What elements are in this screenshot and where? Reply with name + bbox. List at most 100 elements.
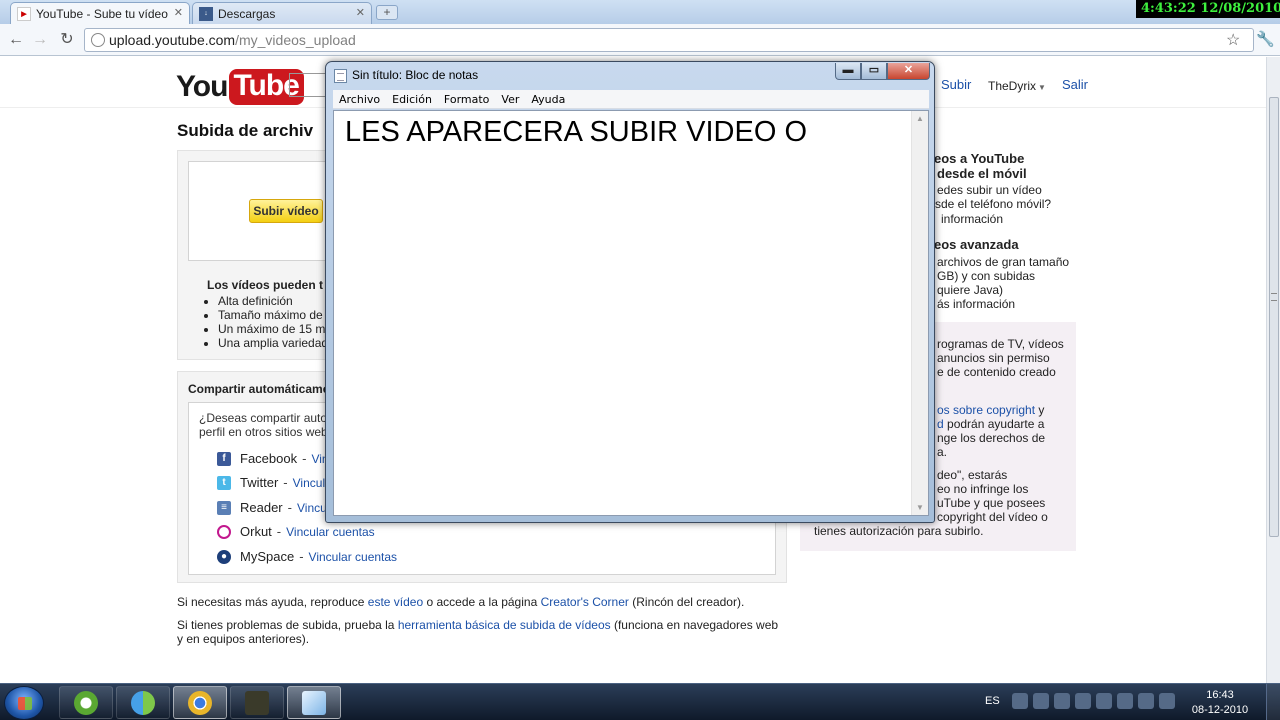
taskbar-chrome[interactable] (173, 686, 227, 719)
taskbar-clock[interactable]: 16:43 08-12-2010 (1190, 688, 1250, 718)
tray-connection-icon[interactable] (1117, 693, 1133, 709)
side-text: os sobre copyright y (937, 403, 1044, 417)
taskbar-messenger[interactable] (116, 686, 170, 719)
share-description: ¿Deseas compartir auton perfil en otros … (199, 411, 339, 439)
chevron-down-icon: ▼ (1038, 83, 1046, 92)
notepad-scrollbar[interactable]: ▲ ▼ (911, 111, 928, 515)
tray-volume-icon[interactable] (1075, 693, 1091, 709)
maximize-button[interactable]: ▭ (861, 63, 887, 80)
link-account-link[interactable]: Vincular cuentas (309, 550, 398, 564)
side-text: archivos de gran tamaño (937, 255, 1070, 269)
advanced-more-info-link[interactable]: ás información (937, 297, 1015, 311)
copyright-tips-link[interactable]: os sobre copyright (937, 403, 1035, 417)
tray-app-icon[interactable] (1159, 693, 1175, 709)
help-text-part: (Rincón del creador). (628, 595, 745, 609)
scrollbar-thumb[interactable] (1269, 97, 1279, 537)
show-desktop-button[interactable] (1266, 684, 1280, 720)
messenger-icon (131, 690, 155, 715)
upload-features-list: Alta definición Tamaño máximo de 2 Un má… (218, 294, 333, 350)
list-item: Una amplia variedad (218, 336, 333, 350)
share-title: Compartir automáticamen (188, 382, 337, 396)
advanced-upload-title: eos avanzada (934, 237, 1019, 252)
back-arrow-icon[interactable]: ← (6, 30, 26, 50)
side-text: eo no infringe los (937, 482, 1029, 496)
side-text: nge los derechos de (937, 431, 1046, 445)
side-text: anuncios sin permiso (937, 351, 1050, 365)
logout-link[interactable]: Salir (1062, 77, 1088, 92)
new-tab-button[interactable]: + (376, 5, 398, 20)
side-text: copyright del vídeo o (937, 510, 1048, 524)
content-id-link[interactable]: d (937, 417, 944, 431)
notepad-icon (334, 69, 347, 83)
tray-steam-icon[interactable] (1012, 693, 1028, 709)
tray-flag-icon[interactable] (1138, 693, 1154, 709)
scrollbar-grip-icon (1271, 293, 1277, 301)
mobile-upload-title-2: desde el móvil (937, 166, 1027, 181)
scroll-up-icon[interactable]: ▲ (916, 114, 924, 123)
tab-youtube[interactable]: ▶ YouTube - Sube tu vídeo ✕ (10, 2, 190, 24)
close-button[interactable]: ✕ (887, 63, 930, 80)
media-icon (245, 690, 269, 715)
service-name: Reader (240, 500, 283, 515)
url-host: upload.youtube.com (109, 32, 236, 48)
page-scrollbar[interactable] (1266, 57, 1280, 683)
upload-problems-text: Si tienes problemas de subida, prueba la… (177, 618, 787, 646)
notepad-title: Sin título: Bloc de notas (352, 68, 479, 82)
help-text-part: o accede a la página (423, 595, 541, 609)
link-account-link[interactable]: Vincular cuentas (286, 525, 375, 539)
browser-tab-strip: ▶ YouTube - Sube tu vídeo ✕ ↓ Descargas … (0, 0, 1280, 24)
menu-ayuda[interactable]: Ayuda (525, 93, 571, 106)
forward-arrow-icon[interactable]: → (30, 30, 50, 50)
menu-ver[interactable]: Ver (495, 93, 525, 106)
help-text-part: Si necesitas más ayuda, reproduce (177, 595, 368, 609)
tray-network-icon[interactable] (1033, 693, 1049, 709)
minimize-button[interactable]: ▬ (835, 63, 861, 80)
scroll-down-icon[interactable]: ▼ (916, 503, 924, 512)
menu-archivo[interactable]: Archivo (333, 93, 386, 106)
language-indicator[interactable]: ES (985, 695, 1000, 707)
tray-globe-icon[interactable] (1096, 693, 1112, 709)
upload-video-button[interactable]: Subir vídeo (249, 199, 323, 223)
service-name: Twitter (240, 475, 279, 490)
user-menu[interactable]: TheDyrix ▼ (988, 79, 1046, 93)
basic-uploader-link[interactable]: herramienta básica de subida de vídeos (398, 618, 611, 632)
side-text: sde el teléfono móvil? (935, 197, 1052, 211)
service-twitter: t Twitter - Vincula (217, 475, 332, 490)
mobile-more-info-link[interactable]: información (941, 212, 1003, 226)
taskbar-notepad[interactable] (287, 686, 341, 719)
menu-edicion[interactable]: Edición (386, 93, 438, 106)
taskbar-media[interactable] (230, 686, 284, 719)
notepad-window[interactable]: Sin título: Bloc de notas ▬ ▭ ✕ Archivo … (325, 61, 935, 523)
tab-close-icon[interactable]: ✕ (356, 6, 365, 19)
youtube-logo[interactable]: You Tube (176, 69, 304, 105)
orkut-icon (217, 524, 231, 539)
notepad-text-area[interactable]: LES APARECERA SUBIR VIDEO O ▲ ▼ (333, 110, 929, 516)
taskbar-utorrent[interactable] (59, 686, 113, 719)
tab-title: Descargas (218, 6, 276, 21)
wrench-menu-icon[interactable]: 🔧 (1256, 30, 1275, 48)
service-name: Facebook (240, 451, 298, 466)
service-facebook: f Facebook - Vinc (217, 451, 335, 466)
address-bar[interactable]: upload.youtube.com/my_videos_upload (84, 28, 1254, 52)
start-button[interactable] (4, 686, 44, 720)
tab-close-icon[interactable]: ✕ (174, 6, 183, 19)
tray-shield-icon[interactable] (1054, 693, 1070, 709)
url-path: /my_videos_upload (235, 32, 356, 48)
header-upload-link[interactable]: Subir (941, 77, 971, 92)
this-video-link[interactable]: este vídeo (368, 595, 423, 609)
list-item: Alta definición (218, 294, 333, 308)
list-item: Un máximo de 15 mi (218, 322, 333, 336)
search-input[interactable] (289, 73, 329, 97)
service-reader: ≡ Reader - Vincul (217, 500, 329, 515)
side-text: rogramas de TV, vídeos (937, 337, 1064, 351)
bookmark-star-icon[interactable]: ☆ (1226, 30, 1240, 50)
share-desc-line: perfil en otros sitios web (199, 425, 328, 439)
menu-formato[interactable]: Formato (438, 93, 496, 106)
system-tray (1012, 693, 1175, 709)
youtube-favicon-icon: ▶ (17, 6, 31, 21)
utorrent-icon (74, 690, 98, 715)
tab-descargas[interactable]: ↓ Descargas ✕ (192, 2, 372, 24)
reload-icon[interactable]: ↻ (57, 30, 77, 50)
myspace-icon: ● (217, 549, 231, 564)
creators-corner-link[interactable]: Creator's Corner (541, 595, 629, 609)
